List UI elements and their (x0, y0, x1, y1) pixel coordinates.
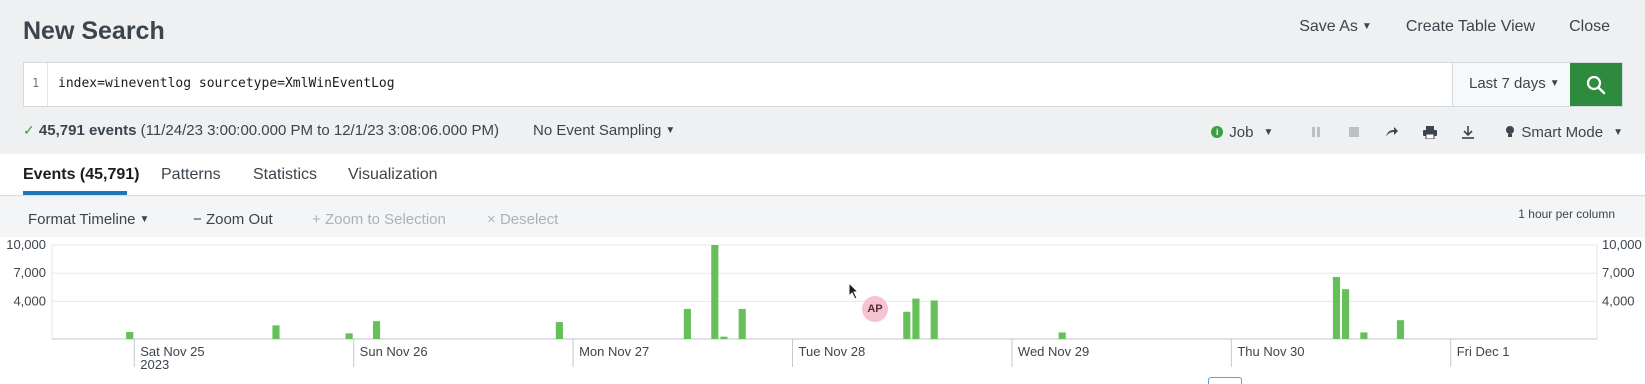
tab-statistics[interactable]: Statistics (253, 166, 317, 184)
events-count: 45,791 events (38, 122, 137, 139)
x-tick-label: Tue Nov 28 (799, 344, 866, 359)
chevron-down-icon: ▼ (1361, 21, 1372, 32)
status-row: ✓ 45,791 events (11/24/23 3:00:00.000 PM… (23, 120, 1623, 144)
zoom-to-selection-button[interactable]: + Zoom to Selection (312, 211, 446, 228)
timeline-bar[interactable] (1058, 332, 1066, 339)
x-tick-label: Wed Nov 29 (1018, 344, 1089, 359)
results-tabs: Events (45,791) Patterns Statistics Visu… (0, 154, 1645, 196)
chevron-down-icon: ▼ (1263, 126, 1274, 138)
zoom-to-selection-label: Zoom to Selection (324, 211, 446, 228)
plus-icon: + (312, 211, 321, 228)
page-title: New Search (23, 17, 165, 45)
timeline-bar[interactable] (272, 325, 280, 339)
timeline-panel: Format Timeline ▼ − Zoom Out + Zoom to Se… (0, 197, 1645, 384)
download-icon (1462, 125, 1475, 139)
timeline-toolbar: Format Timeline ▼ − Zoom Out + Zoom to Se… (0, 197, 1645, 237)
top-actions: Save As ▼ Create Table View Close (1299, 18, 1610, 36)
x-tick-year-label: 2023 (140, 357, 169, 372)
tab-visualization[interactable]: Visualization (348, 166, 438, 184)
search-mode-label: Smart Mode (1521, 123, 1604, 141)
chevron-down-icon: ▼ (139, 214, 150, 225)
search-bar: 1 index=wineventlog sourcetype=XmlWinEve… (23, 62, 1623, 107)
share-icon (1386, 127, 1399, 137)
event-sampling-menu[interactable]: No Event Sampling ▼ (533, 122, 675, 139)
export-button[interactable] (1449, 120, 1487, 144)
mouse-pointer-icon (848, 282, 860, 300)
avatar[interactable]: AP (862, 296, 888, 322)
events-summary: ✓ 45,791 events (11/24/23 3:00:00.000 PM… (23, 122, 499, 139)
y-tick-label-right: 7,000 (1602, 265, 1635, 280)
timeline-bar[interactable] (1332, 276, 1341, 339)
check-icon: ✓ (23, 122, 35, 138)
x-tick-label: Fri Dec 1 (1457, 344, 1510, 359)
line-number: 1 (24, 63, 48, 106)
job-controls: i Job ▼ Smart Mode ▼ (1211, 120, 1623, 144)
tab-events[interactable]: Events (45,791) (23, 166, 140, 184)
chevron-down-icon: ▼ (665, 125, 676, 136)
timeline-bar[interactable] (738, 308, 746, 339)
time-range-label: Last 7 days (1469, 75, 1546, 92)
per-column-label: 1 hour per column (1518, 207, 1615, 221)
timeline-bar[interactable] (126, 331, 134, 339)
y-tick-label-right: 4,000 (1602, 293, 1635, 308)
timeline-bar[interactable] (345, 333, 353, 339)
stop-button[interactable] (1335, 120, 1373, 144)
timeline-bar[interactable] (903, 311, 911, 339)
active-tab-indicator (23, 191, 127, 195)
share-button[interactable] (1373, 120, 1411, 144)
timeline-bar[interactable] (720, 336, 728, 339)
x-tick-label: Mon Nov 27 (579, 344, 649, 359)
y-tick-label-right: 10,000 (1602, 237, 1642, 252)
event-sampling-label: No Event Sampling (533, 122, 662, 139)
y-tick-label-left: 7,000 (13, 265, 46, 280)
timeline-bar[interactable] (683, 308, 691, 339)
timeline-bar[interactable] (1396, 320, 1405, 339)
timeline-bar[interactable] (912, 298, 920, 339)
search-button[interactable] (1570, 63, 1622, 106)
search-mode-menu[interactable]: Smart Mode ▼ (1505, 124, 1623, 141)
events-range: (11/24/23 3:00:00.000 PM to 12/1/23 3:08… (140, 122, 499, 139)
pause-icon (1312, 127, 1321, 137)
timeline-bar[interactable] (1342, 289, 1350, 339)
print-icon (1423, 125, 1438, 139)
stop-icon (1349, 127, 1360, 137)
deselect-button[interactable]: × Deselect (487, 211, 558, 228)
x-tick-label: Thu Nov 30 (1237, 344, 1304, 359)
format-timeline-menu[interactable]: Format Timeline ▼ (28, 211, 149, 228)
zoom-out-button[interactable]: − Zoom Out (193, 211, 273, 228)
pause-button[interactable] (1297, 120, 1335, 144)
x-icon: × (487, 211, 496, 228)
tab-patterns[interactable]: Patterns (161, 166, 221, 184)
minus-icon: − (193, 211, 202, 228)
deselect-label: Deselect (499, 211, 559, 228)
chevron-down-icon: ▼ (1549, 78, 1560, 89)
save-as-menu[interactable]: Save As ▼ (1299, 18, 1372, 36)
lightbulb-icon (1506, 126, 1515, 137)
y-tick-label-left: 4,000 (13, 293, 46, 308)
print-button[interactable] (1411, 120, 1449, 144)
job-menu[interactable]: i Job ▼ (1211, 124, 1273, 141)
info-icon: i (1211, 126, 1224, 138)
time-range-picker[interactable]: Last 7 days ▼ (1452, 63, 1570, 106)
save-as-label: Save As (1299, 18, 1358, 35)
zoom-out-label: Zoom Out (205, 211, 273, 228)
close-link[interactable]: Close (1569, 18, 1610, 36)
timeline-bar[interactable] (372, 321, 381, 339)
timeline-bar[interactable] (1360, 332, 1368, 339)
create-table-view-link[interactable]: Create Table View (1406, 18, 1535, 36)
timeline-chart[interactable]: 10,000 10,0007,000 7,0004,000 4,000Sat Nov … (0, 237, 1645, 384)
timeline-bar[interactable] (711, 245, 719, 339)
timeline-bar[interactable] (555, 322, 563, 339)
x-tick-label: Sun Nov 26 (360, 344, 428, 359)
format-timeline-label: Format Timeline (28, 211, 136, 228)
y-tick-label-left: 10,000 (6, 237, 46, 252)
chevron-down-icon: ▼ (1613, 126, 1623, 138)
plot-frame (51, 244, 1598, 340)
search-input[interactable]: index=wineventlog sourcetype=XmlWinEvent… (48, 63, 1452, 106)
scroll-handle[interactable] (1208, 377, 1242, 384)
timeline-bar[interactable] (930, 300, 938, 339)
search-icon (1586, 75, 1606, 94)
job-label: Job (1229, 123, 1254, 141)
